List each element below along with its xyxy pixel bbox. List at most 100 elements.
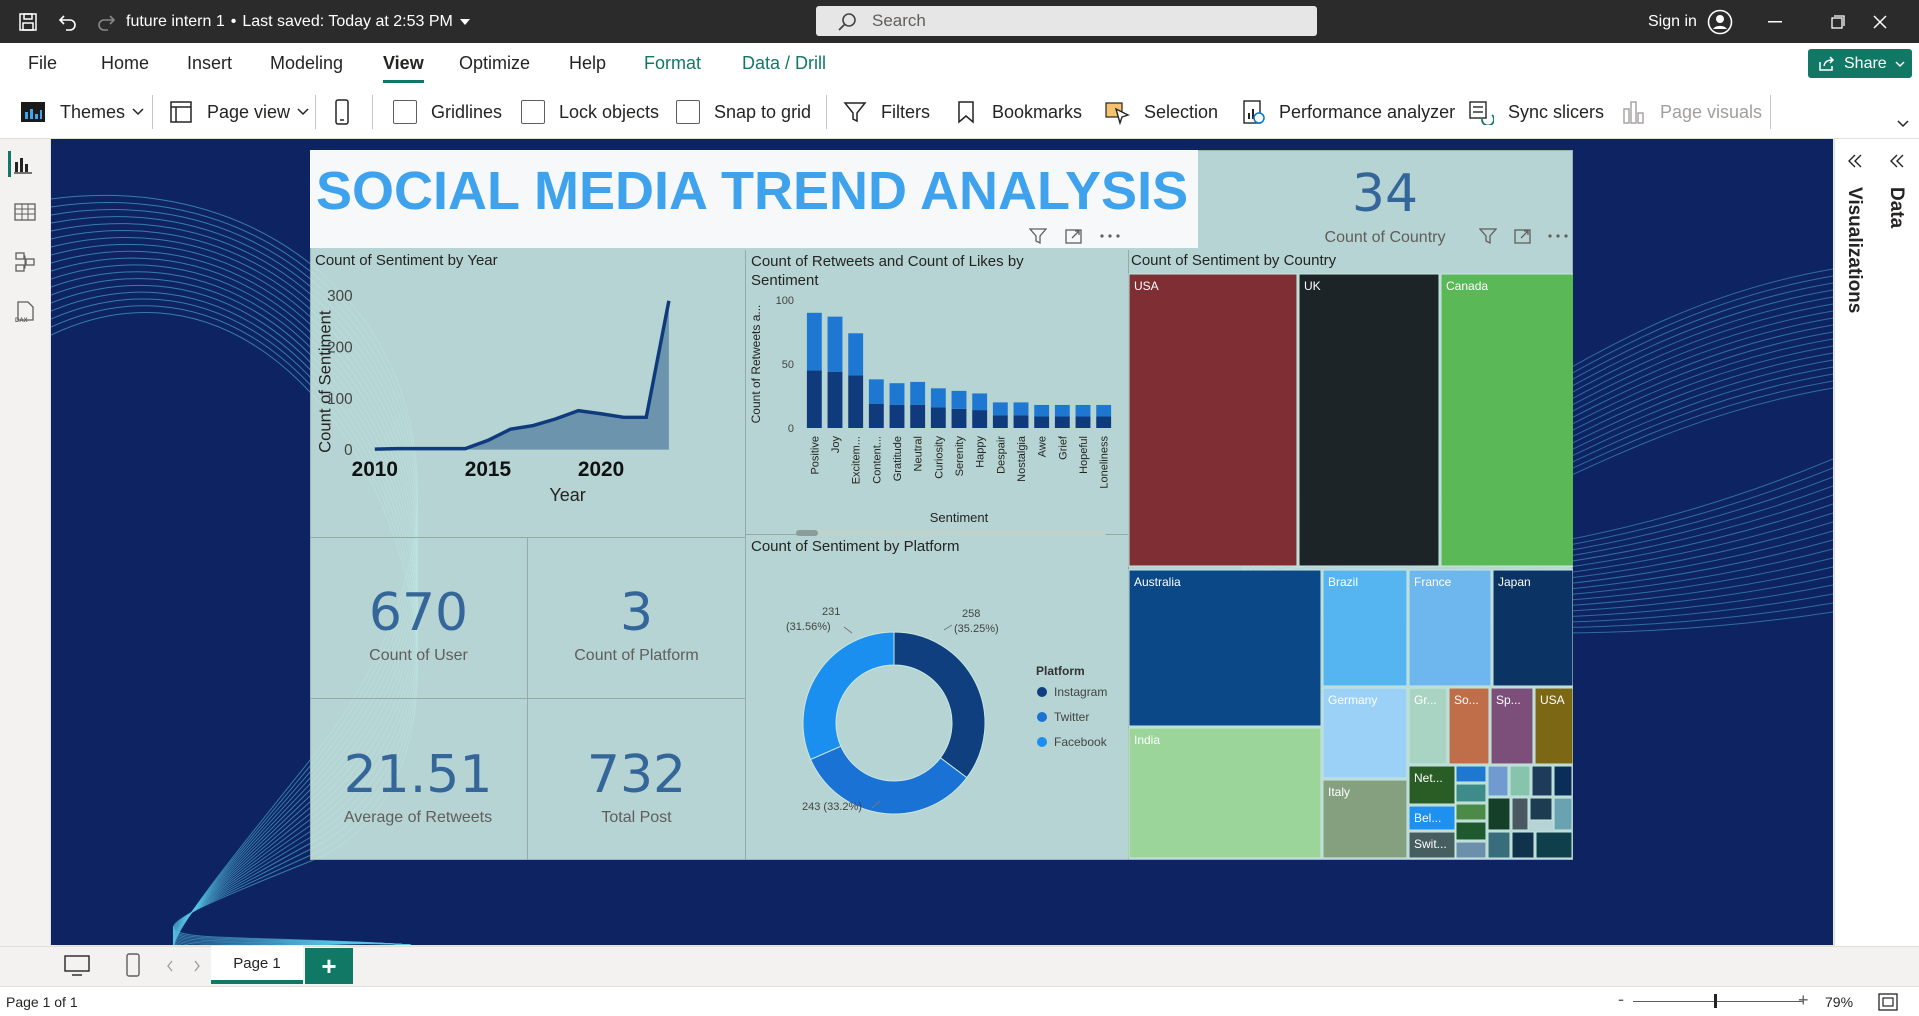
filters-button[interactable]: Filters bbox=[843, 85, 930, 139]
minimize-icon[interactable] bbox=[1760, 0, 1790, 43]
bar-segment-series-1 bbox=[1013, 415, 1029, 428]
x-axis-title: Sentiment bbox=[930, 510, 989, 525]
donut-slice-facebook bbox=[802, 631, 895, 761]
filter-icon[interactable] bbox=[1029, 227, 1047, 245]
kpi-retweets-label: Average of Retweets bbox=[343, 809, 493, 826]
more-options-icon[interactable] bbox=[1100, 234, 1120, 238]
treemap-label: Bel... bbox=[1414, 811, 1441, 825]
donut-chart-sentiment-by-platform[interactable]: 258 (35.25%) 231 (31.56%) 243 (33.2%) Platfor… bbox=[746, 555, 1126, 860]
page-visuals-button[interactable]: Page visuals bbox=[1622, 85, 1762, 139]
divider bbox=[527, 537, 528, 860]
treemap-tile bbox=[1455, 803, 1487, 821]
tab-format[interactable]: Format bbox=[644, 43, 701, 85]
leader-line bbox=[843, 626, 853, 634]
kpi-posts-label: Total Post bbox=[601, 809, 672, 826]
treemap-tile bbox=[1455, 821, 1487, 841]
visualizations-pane-label[interactable]: Visualizations bbox=[1843, 187, 1865, 313]
selection-button[interactable]: Selection bbox=[1104, 85, 1218, 139]
tab-modeling[interactable]: Modeling bbox=[270, 43, 343, 85]
undo-icon[interactable] bbox=[54, 0, 82, 43]
chevron-left-icon[interactable] bbox=[166, 960, 174, 972]
chevron-right-icon[interactable] bbox=[193, 960, 201, 972]
collapse-ribbon-button[interactable] bbox=[1896, 85, 1910, 139]
table-view-icon[interactable] bbox=[12, 199, 38, 225]
tab-data-drill[interactable]: Data / Drill bbox=[742, 43, 826, 85]
restore-icon[interactable] bbox=[1823, 0, 1853, 43]
divider bbox=[152, 95, 153, 129]
share-icon bbox=[1819, 55, 1835, 71]
area-chart-sentiment-by-year[interactable]: 01002003002010 2015 2020YearCount of Senti… bbox=[311, 270, 741, 535]
divider bbox=[1770, 95, 1771, 129]
collapse-visualizations-icon[interactable] bbox=[1847, 153, 1863, 169]
page-visuals-label: Page visuals bbox=[1660, 101, 1763, 122]
sync-slicers-button[interactable]: Sync slicers bbox=[1468, 85, 1604, 139]
bar-segment-series-2 bbox=[1075, 404, 1091, 417]
sign-in-button[interactable]: Sign in bbox=[1648, 0, 1733, 43]
fit-to-page-icon[interactable] bbox=[1878, 993, 1898, 1011]
model-view-icon[interactable] bbox=[12, 249, 38, 275]
mobile-layout-button[interactable] bbox=[334, 85, 350, 139]
chevron-down-icon bbox=[297, 108, 309, 116]
bar-chart-retweets-likes[interactable]: 0 50 100 Positive Joy Excitem... Content... Gra… bbox=[746, 280, 1126, 540]
zoom-slider-thumb[interactable] bbox=[1714, 994, 1717, 1008]
x-tick-label: Content... bbox=[871, 436, 883, 484]
tab-view[interactable]: View bbox=[383, 43, 424, 85]
x-tick-label: 2010 bbox=[352, 458, 398, 481]
x-tick-label: Awe bbox=[1037, 436, 1049, 457]
add-page-button[interactable]: + bbox=[305, 948, 353, 984]
lock-objects-label: Lock objects bbox=[559, 101, 660, 122]
scrollbar-track bbox=[796, 530, 1106, 536]
tab-optimize[interactable]: Optimize bbox=[459, 43, 530, 85]
bar-segment-series-2 bbox=[972, 393, 988, 411]
lock-objects-checkbox[interactable]: Lock objects bbox=[521, 85, 659, 139]
page-view-button[interactable]: Page view bbox=[169, 85, 310, 139]
zoom-out-button[interactable]: - bbox=[1618, 989, 1624, 1010]
document-title[interactable]: future intern 1 • Last saved: Today at 2… bbox=[126, 0, 471, 43]
treemap-tile bbox=[1529, 797, 1553, 821]
filter-icon[interactable] bbox=[1479, 227, 1497, 245]
zoom-slider-track[interactable] bbox=[1633, 1001, 1803, 1002]
redo-icon[interactable] bbox=[92, 0, 120, 43]
bar-segment-series-2 bbox=[848, 333, 864, 376]
mobile-layout-icon[interactable] bbox=[125, 953, 141, 977]
focus-mode-icon[interactable] bbox=[1514, 227, 1532, 245]
close-icon[interactable] bbox=[1855, 0, 1905, 43]
snap-to-grid-checkbox[interactable]: Snap to grid bbox=[676, 85, 811, 139]
sign-in-label: Sign in bbox=[1648, 12, 1697, 30]
search-input[interactable]: Search bbox=[816, 6, 1317, 36]
treemap-label: Brazil bbox=[1328, 575, 1358, 589]
report-view-icon[interactable] bbox=[8, 151, 34, 177]
tab-insert[interactable]: Insert bbox=[187, 43, 232, 85]
focus-mode-icon[interactable] bbox=[1065, 227, 1083, 245]
collapse-data-icon[interactable] bbox=[1889, 153, 1905, 169]
snap-to-grid-label: Snap to grid bbox=[714, 101, 812, 122]
bookmarks-button[interactable]: Bookmarks bbox=[956, 85, 1082, 139]
bar-segment-series-2 bbox=[827, 316, 843, 372]
share-button[interactable]: Share bbox=[1808, 49, 1912, 78]
page-visuals-icon bbox=[1623, 101, 1644, 124]
treemap-tile bbox=[1455, 765, 1487, 783]
x-tick-label: Positive bbox=[809, 436, 821, 475]
treemap-sentiment-by-country[interactable]: USA UK Canada Australia Brazil France Japan Ind… bbox=[1128, 270, 1573, 860]
themes-button[interactable]: Themes bbox=[20, 85, 145, 139]
dax-query-view-icon[interactable]: DAX bbox=[12, 299, 38, 325]
treemap-label: Swit... bbox=[1414, 837, 1447, 851]
tab-home[interactable]: Home bbox=[101, 43, 149, 85]
data-pane-label[interactable]: Data bbox=[1885, 187, 1907, 228]
data-label: 258 bbox=[962, 608, 980, 620]
desktop-layout-icon[interactable] bbox=[64, 955, 90, 977]
kpi-retweets-value: 21.51 bbox=[343, 745, 493, 805]
scrollbar-thumb bbox=[796, 530, 818, 536]
tab-help[interactable]: Help bbox=[569, 43, 606, 85]
more-options-icon[interactable] bbox=[1548, 234, 1568, 238]
zoom-in-button[interactable]: + bbox=[1798, 990, 1809, 1011]
treemap-tile bbox=[1553, 765, 1573, 797]
performance-analyzer-icon bbox=[1243, 100, 1265, 124]
page-tab[interactable]: Page 1 bbox=[211, 946, 303, 984]
legend-marker bbox=[1037, 687, 1047, 697]
performance-analyzer-button[interactable]: Performance analyzer bbox=[1241, 85, 1455, 139]
gridlines-checkbox[interactable]: Gridlines bbox=[393, 85, 502, 139]
filters-label: Filters bbox=[881, 101, 930, 122]
save-icon[interactable] bbox=[14, 0, 42, 43]
tab-file[interactable]: File bbox=[28, 43, 57, 85]
